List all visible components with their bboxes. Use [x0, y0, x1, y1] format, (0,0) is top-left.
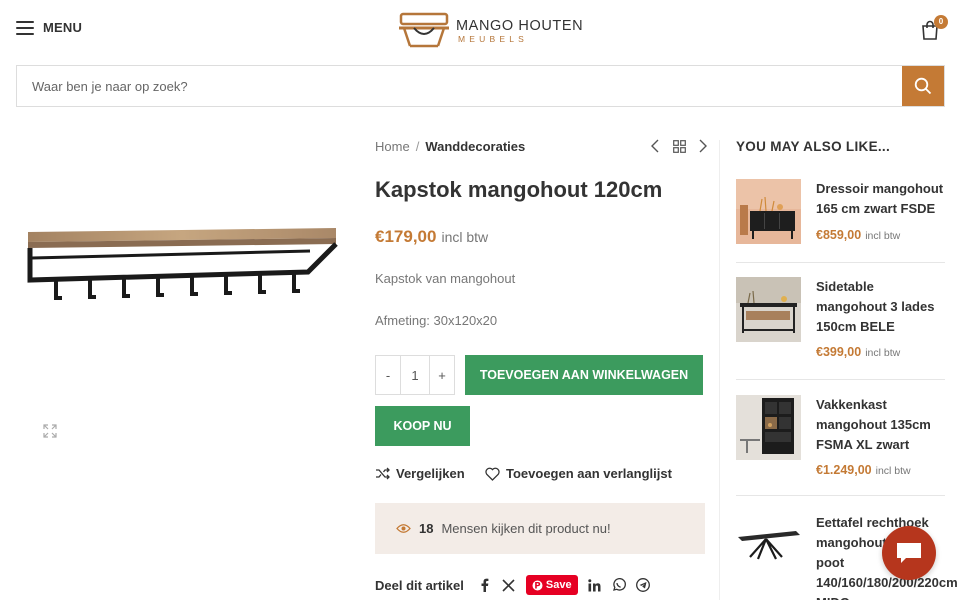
product-price: €1.249,00 incl btw: [816, 463, 911, 477]
pinterest-icon: P: [532, 580, 543, 591]
previous-product-icon[interactable]: [648, 139, 662, 153]
search-button[interactable]: [902, 66, 944, 106]
zoom-button[interactable]: [34, 415, 66, 447]
product-name[interactable]: Vakkenkast mangohout 135cm FSMA XL zwart: [816, 395, 948, 455]
breadcrumb-home[interactable]: Home: [375, 139, 410, 154]
next-product-icon[interactable]: [696, 139, 710, 153]
price-amount: €859,00: [816, 228, 862, 242]
wishlist-label: Toevoegen aan verlanglijst: [506, 466, 672, 481]
price-amount: €179,00: [375, 227, 437, 246]
list-divider: [736, 495, 945, 496]
product-thumbnail[interactable]: [736, 277, 801, 342]
breadcrumb-separator: /: [415, 139, 420, 154]
menu-label: MENU: [43, 20, 83, 35]
breadcrumb-current[interactable]: Wanddecoraties: [425, 139, 525, 154]
recommended-product[interactable]: Vakkenkast mangohout 135cm FSMA XL zwart…: [736, 395, 945, 485]
search-icon: [914, 77, 932, 95]
price-suffix: incl btw: [865, 347, 901, 359]
column-divider: [719, 140, 720, 600]
product-navigation: [648, 139, 710, 153]
whatsapp-icon[interactable]: [612, 578, 626, 592]
list-divider: [736, 379, 945, 380]
product-price: €399,00 incl btw: [816, 345, 900, 359]
compare-link[interactable]: Vergelijken: [375, 466, 465, 481]
list-divider: [736, 262, 945, 263]
price-amount: €399,00: [816, 345, 862, 359]
product-description: Kapstok van mangohout: [375, 271, 516, 286]
svg-text:P: P: [534, 581, 540, 590]
shuffle-icon: [376, 467, 390, 480]
x-twitter-icon[interactable]: [502, 578, 516, 592]
breadcrumb: Home / Wanddecoraties: [375, 139, 525, 154]
product-price: €179,00 incl btw: [375, 227, 488, 247]
telegram-icon[interactable]: [635, 578, 650, 592]
search-input[interactable]: [17, 66, 902, 106]
eye-icon: [396, 524, 411, 533]
quantity-decrease-button[interactable]: -: [376, 356, 400, 394]
linkedin-icon[interactable]: [588, 578, 602, 592]
buy-now-button[interactable]: KOOP NU: [375, 406, 470, 446]
pinterest-save-button[interactable]: P Save: [525, 575, 578, 595]
facebook-icon[interactable]: [478, 578, 492, 592]
share-bar: Deel dit artikel P Save: [375, 575, 650, 595]
hamburger-icon: [16, 20, 34, 35]
chat-icon: [897, 543, 921, 563]
logo-name: MANGO HOUTEN: [456, 17, 584, 34]
quantity-increase-button[interactable]: +: [430, 356, 454, 394]
viewers-text: Mensen kijken dit product nu!: [441, 521, 611, 536]
viewers-count: 18: [419, 521, 434, 536]
sidebar-title: YOU MAY ALSO LIKE...: [736, 139, 891, 154]
pinterest-save-label: Save: [545, 579, 572, 591]
product-thumbnail[interactable]: [736, 395, 801, 460]
add-to-cart-button[interactable]: TOEVOEGEN AAN WINKELWAGEN: [465, 355, 703, 395]
product-price: €859,00 incl btw: [816, 228, 900, 242]
share-label: Deel dit artikel: [375, 577, 464, 593]
expand-icon: [43, 424, 57, 438]
logo-icon: [399, 12, 449, 48]
search-bar: [16, 65, 945, 107]
price-suffix: incl btw: [865, 230, 901, 242]
product-dimensions: Afmeting: 30x120x20: [375, 313, 498, 328]
site-header: MENU MANGO HOUTEN MEUBELS 0: [0, 0, 960, 62]
logo-subtitle: MEUBELS: [458, 34, 529, 44]
quantity-input[interactable]: 1: [400, 356, 430, 394]
product-thumbnail[interactable]: [736, 513, 801, 578]
product-image[interactable]: [18, 200, 344, 320]
wishlist-link[interactable]: Toevoegen aan verlanglijst: [485, 466, 672, 481]
product-thumbnail[interactable]: [736, 179, 801, 244]
product-title: Kapstok mangohout 120cm: [375, 177, 663, 202]
cart-count-badge: 0: [934, 15, 948, 29]
price-suffix: incl btw: [875, 465, 911, 477]
price-amount: €1.249,00: [816, 463, 872, 477]
menu-button[interactable]: MENU: [16, 20, 82, 35]
heart-icon: [485, 467, 500, 481]
quantity-stepper: - 1 +: [375, 355, 455, 395]
coat-rack-image: [27, 228, 338, 300]
product-name[interactable]: Dressoir mangohout 165 cm zwart FSDE: [816, 179, 948, 219]
price-suffix: incl btw: [441, 229, 489, 245]
recommended-product[interactable]: Dressoir mangohout 165 cm zwart FSDE €85…: [736, 179, 945, 259]
site-logo[interactable]: MANGO HOUTEN MEUBELS: [396, 12, 583, 50]
compare-label: Vergelijken: [396, 466, 465, 481]
chat-button[interactable]: [882, 526, 936, 580]
recommended-product[interactable]: Sidetable mangohout 3 lades 150cm BELE €…: [736, 277, 945, 367]
product-name[interactable]: Sidetable mangohout 3 lades 150cm BELE: [816, 277, 948, 337]
live-viewers-notice: 18 Mensen kijken dit product nu!: [375, 503, 705, 554]
grid-icon[interactable]: [672, 139, 686, 153]
